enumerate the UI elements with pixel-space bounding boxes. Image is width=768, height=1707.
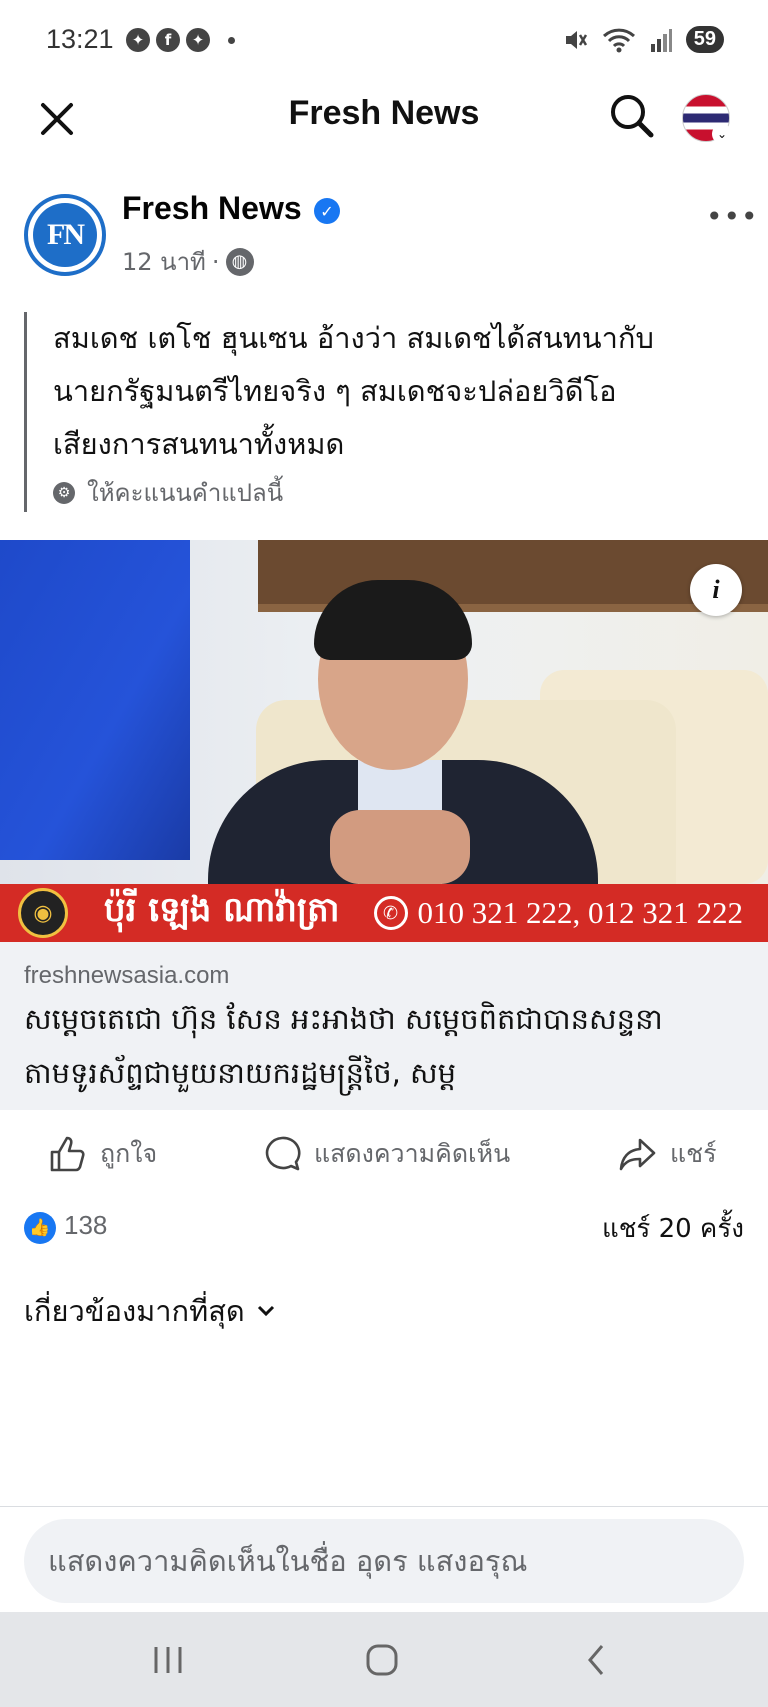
system-navigation-bar xyxy=(0,1612,768,1707)
search-icon xyxy=(611,95,654,138)
like-label: ถูกใจ xyxy=(100,1139,158,1168)
wifi-icon xyxy=(602,28,635,52)
banner-logo-icon: ◉ xyxy=(18,888,68,938)
post-time[interactable]: 12 นาที xyxy=(122,242,206,281)
page-name[interactable]: Fresh News xyxy=(122,190,302,227)
page-logo-text: FN xyxy=(33,203,97,267)
chevron-down-icon: ⌄ xyxy=(712,124,732,144)
comment-icon xyxy=(265,1136,301,1171)
messenger-icon: ✦ xyxy=(186,28,210,52)
more-notifications-dot xyxy=(228,36,235,44)
search-button[interactable] xyxy=(604,88,660,144)
post-actions: ถูกใจ แสดงความคิดเห็น แชร์ xyxy=(0,1126,768,1188)
flag-graphic xyxy=(0,540,190,860)
banner-name: ប៉ុរី ឡេង ណាវ៉ាត្រា xyxy=(104,890,340,930)
more-options-button[interactable]: ••• xyxy=(706,200,758,233)
status-bar: 13:21 ✦ f ✦ 59 xyxy=(0,0,768,84)
meta-separator: · xyxy=(211,247,220,276)
like-button[interactable]: ถูกใจ xyxy=(48,1134,157,1174)
home-icon xyxy=(366,1644,398,1676)
comment-input[interactable]: แสดงความคิดเห็นในชื่อ อุดร แสงอรุณ xyxy=(24,1519,744,1603)
post-meta: 12 นาที · ◍ xyxy=(122,242,254,281)
post-text: สมเดช เตโช ฮุนเซน อ้างว่า สมเดชได้สนทนาก… xyxy=(24,312,744,512)
globe-icon: ◍ xyxy=(225,247,254,276)
share-count[interactable]: แชร์ 20 ครั้ง xyxy=(602,1208,744,1249)
comment-sort-dropdown[interactable]: เกี่ยวข้องมากที่สุด xyxy=(24,1288,275,1334)
like-reaction-icon: 👍 xyxy=(24,1212,56,1244)
banner-phone: 010 321 222, 012 321 222 xyxy=(417,895,744,930)
home-button[interactable] xyxy=(352,1636,412,1684)
comment-input-placeholder: แสดงความคิดเห็นในชื่อ อุดร แสงอรุณ xyxy=(48,1544,528,1578)
like-count[interactable]: 138 xyxy=(64,1210,107,1241)
link-title-line: តាមទូរស័ព្ទជាមួយនាយករដ្ឋមន្ត្រីថៃ, សម្ដ xyxy=(24,1056,457,1090)
info-icon[interactable]: i xyxy=(690,564,742,616)
recent-apps-button[interactable] xyxy=(138,1636,198,1684)
status-right-icons: 59 xyxy=(562,26,724,53)
phone-icon: ✆ xyxy=(373,896,408,930)
mute-icon xyxy=(565,30,587,49)
facebook-icon: f xyxy=(156,28,180,52)
back-button[interactable] xyxy=(566,1636,626,1684)
comment-label: แสดงความคิดเห็น xyxy=(314,1139,511,1168)
comment-button[interactable]: แสดงความคิดเห็น xyxy=(262,1134,510,1174)
share-button[interactable]: แชร์ xyxy=(618,1134,717,1174)
chevron-down-icon xyxy=(257,1305,274,1317)
person-hands xyxy=(330,810,470,884)
back-icon xyxy=(588,1645,604,1675)
profile-menu-button[interactable]: ⌄ xyxy=(676,88,736,148)
verified-badge-icon: ✓ xyxy=(314,198,340,224)
post-image[interactable]: i xyxy=(0,540,768,884)
signal-icon xyxy=(650,28,672,52)
post-text-line: นายกรัฐมนตรีไทยจริง ๆ สมเดชจะปล่อยวิดีโอ xyxy=(53,374,617,408)
app-header: Fresh News ⌄ xyxy=(0,84,768,184)
post-header: FN Fresh News ✓ 12 นาที · ◍ ••• xyxy=(0,186,768,286)
link-domain: freshnewsasia.com xyxy=(24,962,230,989)
gear-icon: ⚙ xyxy=(53,481,75,504)
status-time: 13:21 xyxy=(46,24,114,54)
share-label: แชร์ xyxy=(670,1139,717,1168)
post-text-line: เสียงการสนทนาทั้งหมด xyxy=(53,427,345,461)
link-title-line: សម្ដេចតេជោ ហ៊ុន សែន អះអាងថា សម្ដេចពិតជាប… xyxy=(24,1002,663,1036)
thumbs-up-icon xyxy=(50,1136,85,1172)
battery-indicator: 59 xyxy=(685,26,724,53)
notification-icons: ✦ f ✦ xyxy=(126,28,235,52)
comment-composer-bar: แสดงความคิดเห็นในชื่อ อุดร แสงอรุณ xyxy=(0,1506,768,1612)
recent-apps-icon xyxy=(154,1647,182,1673)
post-stats: 👍 138 แชร์ 20 ครั้ง xyxy=(0,1204,768,1254)
link-preview[interactable]: freshnewsasia.com សម្ដេចតេជោ ហ៊ុន សែន អះ… xyxy=(0,942,768,1110)
rate-translation-label: ให้คะแนนคำแปลนี้ xyxy=(87,479,284,507)
share-icon xyxy=(619,1138,656,1171)
sort-label: เกี่ยวข้องมากที่สุด xyxy=(24,1294,245,1328)
post-text-line: สมเดช เตโช ฮุนเซน อ้างว่า สมเดชได้สนทนาก… xyxy=(53,321,654,355)
messenger-icon: ✦ xyxy=(126,28,150,52)
rate-translation-link[interactable]: ⚙ ให้คะแนนคำแปลนี้ xyxy=(53,473,744,512)
page-avatar[interactable]: FN xyxy=(24,194,106,276)
image-banner: ◉ ប៉ុរី ឡេង ណាវ៉ាត្រា ✆ 010 321 222, 012… xyxy=(0,884,768,942)
